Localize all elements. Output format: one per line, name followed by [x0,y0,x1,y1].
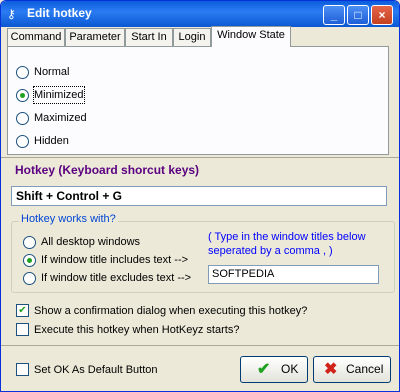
hotkey-field[interactable]: Shift + Control + G [11,186,387,206]
window-titles-hint: ( Type in the window titles below sepera… [208,231,366,257]
confirm-dialog-checkbox[interactable]: ✔ [16,304,29,317]
tab-parameter[interactable]: Parameter [65,28,125,46]
window-titles-field[interactable]: SOFTPEDIA [208,265,379,284]
edit-hotkey-window: ⚷ Edit hotkey _ □ × Command Parameter St… [0,0,400,392]
maximize-button[interactable]: □ [347,5,369,25]
radio-button[interactable] [16,66,29,79]
divider [1,157,399,158]
default-ok-checkbox[interactable] [16,363,29,376]
checkmark-icon: ✔ [257,361,271,378]
radio-button[interactable] [16,112,29,125]
divider [1,345,399,346]
works-with-title: Hotkey works with? [19,213,118,225]
key-icon: ⚷ [7,7,16,21]
tab-start-in[interactable]: Start In [125,28,173,46]
radio-button-selected[interactable] [23,254,36,267]
cross-icon: ✖ [324,361,338,378]
hotkey-section-title: Hotkey (Keyboard shorcut keys) [15,163,200,177]
close-button[interactable]: × [371,5,393,25]
ok-button[interactable]: ✔ OK [240,356,308,383]
radio-button[interactable] [16,135,29,148]
tab-login[interactable]: Login [173,28,211,46]
radio-button[interactable] [23,272,36,285]
radio-button-selected[interactable] [16,89,29,102]
execute-on-start-checkbox[interactable] [16,323,29,336]
tab-command[interactable]: Command [7,28,65,46]
radio-button[interactable] [23,236,36,249]
title-bar[interactable]: ⚷ Edit hotkey _ □ × [1,1,399,27]
minimize-button[interactable]: _ [323,5,345,25]
cancel-button[interactable]: ✖ Cancel [313,356,391,383]
window-state-panel: Normal Minimized Maximized Hidden [7,46,389,155]
tab-window-state[interactable]: Window State [211,26,291,47]
window-title: Edit hotkey [27,6,92,20]
